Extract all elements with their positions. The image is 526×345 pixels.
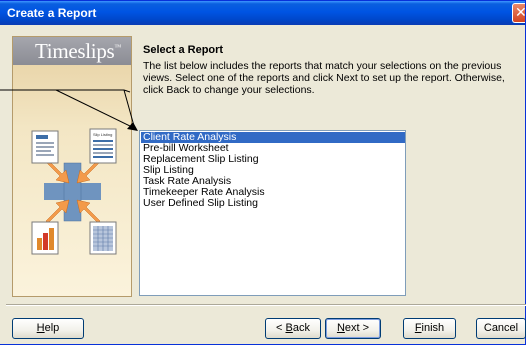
report-document-icon: [31, 130, 59, 164]
table-document-icon: [89, 221, 117, 255]
finish-button[interactable]: Finish: [403, 318, 456, 339]
cancel-button[interactable]: Cancel: [476, 318, 526, 339]
list-item[interactable]: User Defined Slip Listing: [141, 198, 405, 209]
report-list[interactable]: Client Rate Analysis Pre-bill Worksheet Re…: [139, 130, 406, 296]
close-icon: ✕: [515, 5, 525, 21]
wizard-sidebar: Timeslips™ Slip Listing: [12, 36, 132, 297]
footer-divider: [6, 304, 526, 306]
close-button[interactable]: ✕: [512, 3, 525, 23]
instructions-text: The list below includes the reports that…: [143, 60, 505, 96]
plus-icon: [44, 162, 101, 222]
svg-text:Slip Listing: Slip Listing: [93, 132, 112, 137]
next-button[interactable]: Next >: [325, 318, 381, 339]
slip-listing-document-icon: Slip Listing: [89, 128, 117, 164]
window-title: Create a Report: [7, 6, 97, 20]
logo-band: Timeslips™: [13, 37, 131, 65]
page-title: Select a Report: [143, 44, 224, 56]
back-button[interactable]: < Back: [265, 318, 321, 339]
report-illustration: Slip Listing: [31, 128, 117, 255]
timeslips-logo: Timeslips™: [35, 39, 121, 63]
chart-document-icon: [31, 221, 59, 255]
help-button[interactable]: Help: [12, 318, 84, 339]
title-bar[interactable]: Create a Report ✕: [0, 1, 525, 25]
